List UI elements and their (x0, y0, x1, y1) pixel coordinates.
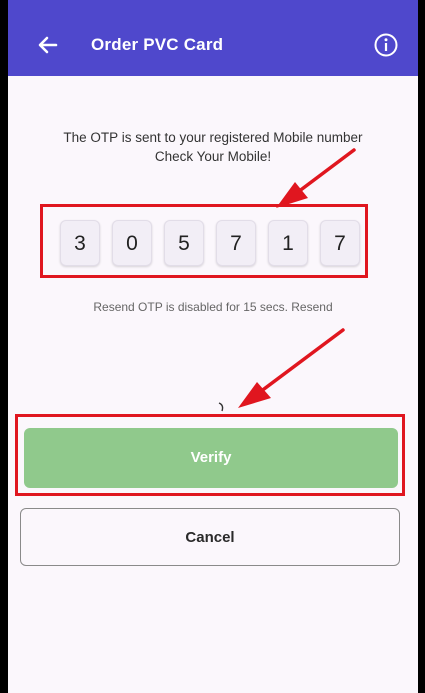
otp-digit-1[interactable]: 3 (60, 220, 100, 266)
otp-digit-2[interactable]: 0 (112, 220, 152, 266)
status-bar (8, 0, 418, 14)
app-bar: Order PVC Card (8, 14, 418, 76)
phone-screen: Order PVC Card The OTP is sent to your r… (8, 0, 418, 693)
loading-spinner-icon (218, 402, 224, 412)
otp-message-line2: Check Your Mobile! (154, 149, 272, 164)
otp-digit-4[interactable]: 7 (216, 220, 256, 266)
otp-digit-3[interactable]: 5 (164, 220, 204, 266)
otp-digit-5[interactable]: 1 (268, 220, 308, 266)
page-title: Order PVC Card (91, 35, 224, 54)
resend-link[interactable]: Resend (291, 300, 332, 314)
otp-digit-6[interactable]: 7 (320, 220, 360, 266)
resend-disabled-text: Resend OTP is disabled for 15 secs. (93, 300, 288, 314)
info-icon[interactable] (372, 31, 400, 59)
arrow-left-icon[interactable] (35, 32, 61, 58)
otp-message-line1: The OTP is sent to your registered Mobil… (63, 130, 363, 145)
verify-button[interactable]: Verify (24, 428, 398, 488)
annotation-arrows (238, 148, 356, 408)
resend-info: Resend OTP is disabled for 15 secs. Rese… (8, 300, 418, 314)
otp-message: The OTP is sent to your registered Mobil… (8, 128, 418, 166)
cancel-button[interactable]: Cancel (20, 508, 400, 566)
arrow-to-verify-icon (238, 328, 345, 408)
otp-input-group: 3 0 5 7 1 7 (60, 220, 360, 266)
